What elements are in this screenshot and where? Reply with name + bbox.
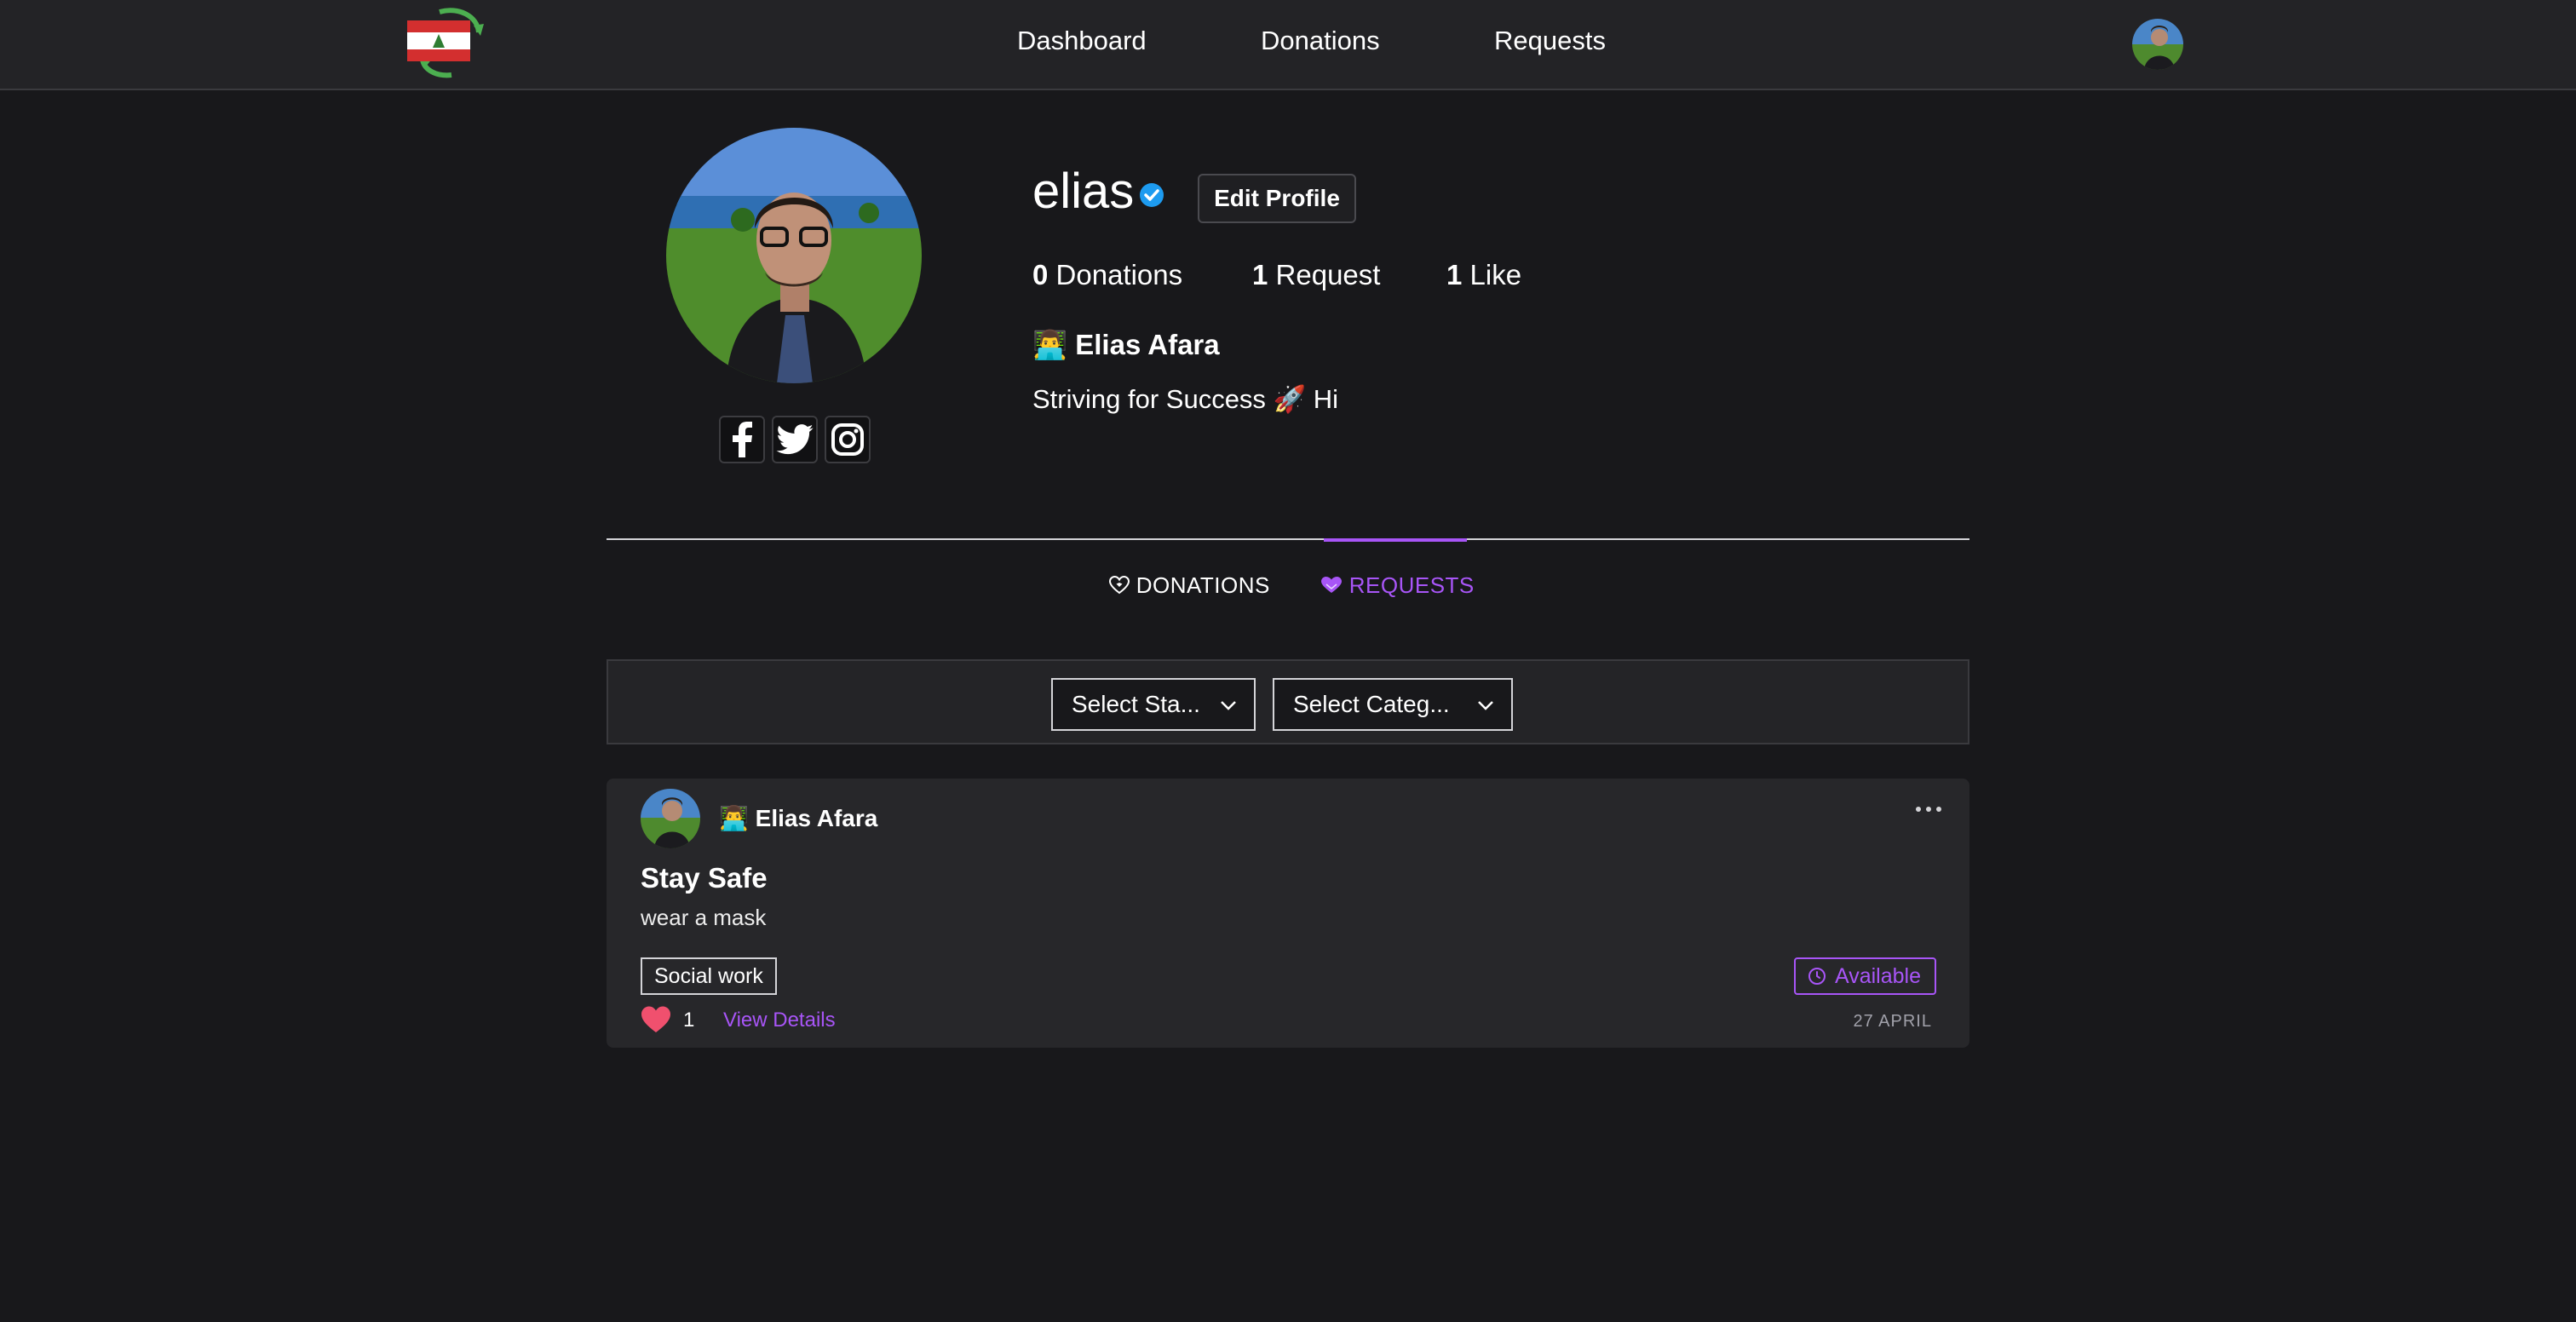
profile-full-name: 👨‍💻 Elias Afara	[1032, 329, 1220, 360]
category-select-label: Select Categ...	[1293, 691, 1450, 717]
tab-requests-label: REQUESTS	[1348, 572, 1475, 598]
stat-donations: 0 Donations	[1032, 259, 1182, 291]
app-logo[interactable]	[405, 7, 484, 78]
profile-username: elias	[1032, 164, 1135, 219]
verified-badge-icon	[1139, 182, 1164, 208]
more-options-icon[interactable]	[1912, 801, 1946, 818]
filter-bar: Select Sta... Select Categ...	[607, 659, 1969, 744]
heart-outline-icon	[1108, 575, 1130, 595]
stat-likes: 1 Like	[1446, 259, 1521, 291]
card-title: Stay Safe	[641, 862, 768, 894]
tab-donations[interactable]: DONATIONS	[1108, 572, 1270, 599]
top-navbar: Dashboard Donations Requests	[0, 0, 2576, 90]
stat-requests-count: 1	[1252, 259, 1268, 290]
status-badge-label: Available	[1835, 963, 1922, 988]
nav-requests-link[interactable]: Requests	[1494, 26, 1606, 56]
chevron-down-icon	[1221, 701, 1236, 710]
heart-icon[interactable]	[641, 1005, 671, 1034]
category-select[interactable]: Select Categ...	[1273, 678, 1513, 731]
like-count: 1	[683, 1009, 695, 1032]
card-description: wear a mask	[641, 905, 767, 930]
social-links	[719, 416, 871, 465]
profile-photo	[666, 128, 922, 383]
card-author-name[interactable]: 👨‍💻 Elias Afara	[719, 804, 877, 832]
author-avatar[interactable]	[641, 789, 700, 848]
view-details-link[interactable]: View Details	[723, 1009, 836, 1032]
card-date: 27 APRIL	[1853, 1012, 1932, 1031]
nav-donations-link[interactable]: Donations	[1261, 26, 1380, 56]
tab-donations-label: DONATIONS	[1136, 572, 1270, 598]
chevron-down-icon	[1478, 701, 1493, 710]
edit-profile-button[interactable]: Edit Profile	[1198, 174, 1356, 223]
facebook-icon[interactable]	[719, 416, 765, 463]
stat-donations-count: 0	[1032, 259, 1049, 290]
twitter-icon[interactable]	[772, 416, 818, 463]
stat-likes-label: Like	[1469, 259, 1522, 290]
status-select[interactable]: Select Sta...	[1051, 678, 1256, 731]
stat-requests: 1 Request	[1252, 259, 1380, 291]
stat-requests-label: Request	[1275, 259, 1381, 290]
stat-likes-count: 1	[1446, 259, 1463, 290]
instagram-icon[interactable]	[825, 416, 871, 463]
user-avatar-menu[interactable]	[2132, 19, 2183, 70]
status-badge: Available	[1794, 957, 1937, 995]
clock-icon	[1808, 968, 1826, 985]
active-tab-indicator	[1324, 538, 1467, 542]
tab-requests[interactable]: REQUESTS	[1320, 572, 1475, 599]
stat-donations-label: Donations	[1055, 259, 1183, 290]
category-tag: Social work	[641, 957, 777, 995]
profile-bio: Striving for Success 🚀 Hi	[1032, 384, 1339, 414]
request-card[interactable]: 👨‍💻 Elias Afara Stay Safe wear a mask So…	[607, 779, 1969, 1048]
tabs-divider	[607, 538, 1969, 540]
nav-dashboard-link[interactable]: Dashboard	[1017, 26, 1147, 56]
status-select-label: Select Sta...	[1072, 691, 1200, 717]
heart-hands-icon	[1321, 577, 1342, 593]
